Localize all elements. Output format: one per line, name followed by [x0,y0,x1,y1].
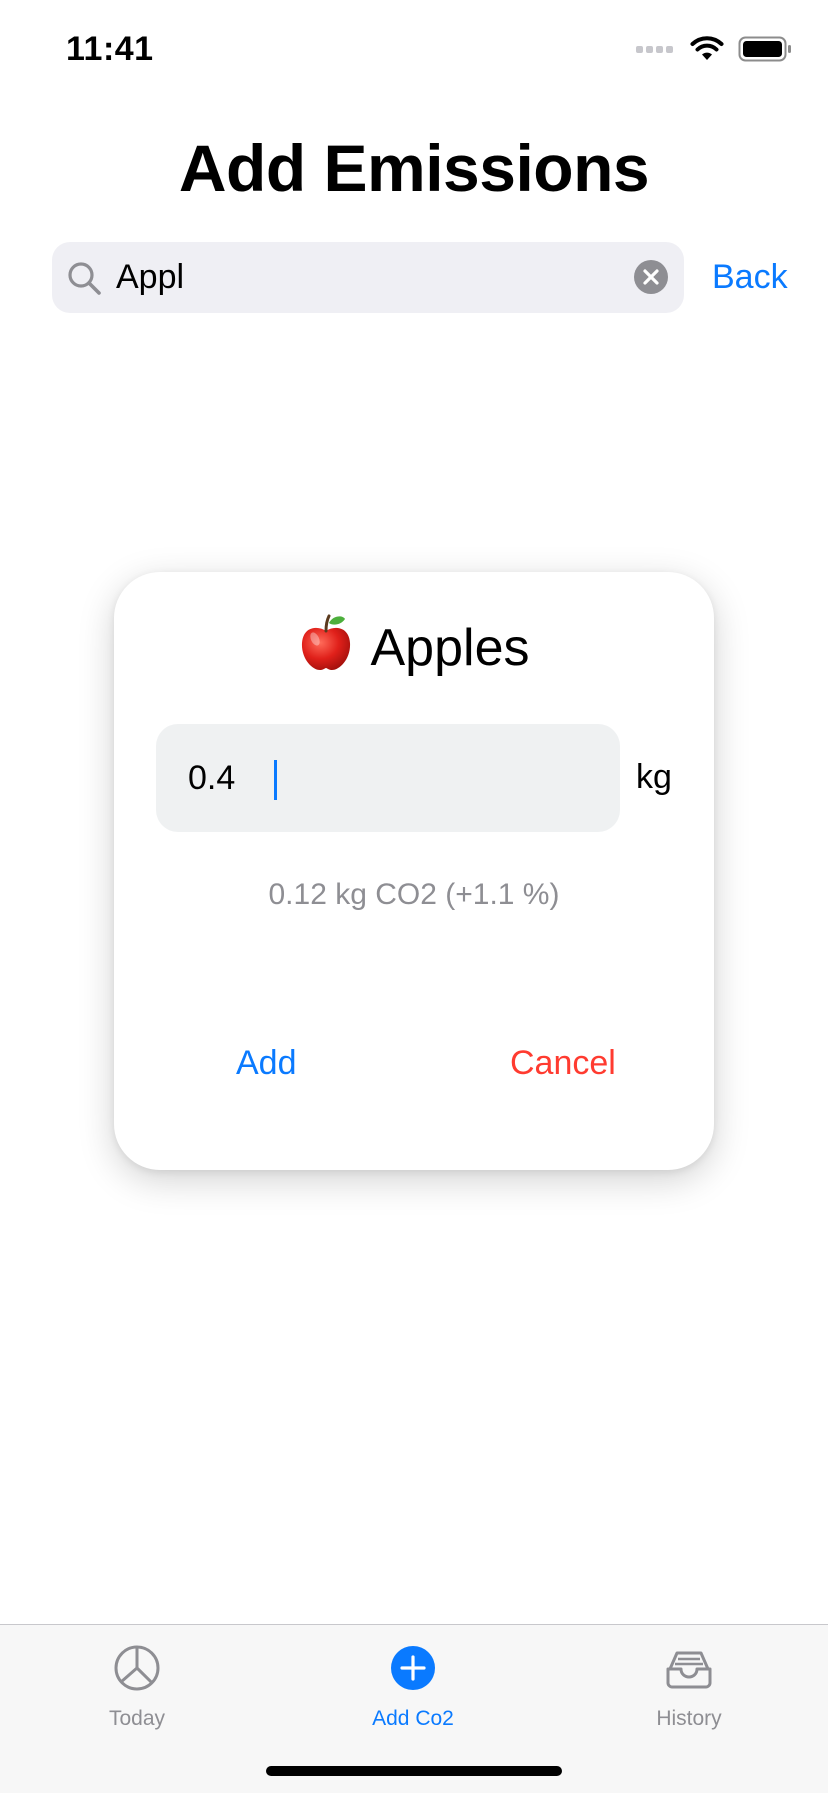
status-bar: 11:41 [0,0,828,100]
tab-history[interactable]: History [589,1643,789,1731]
tab-label: Today [108,1707,166,1730]
add-button[interactable]: Add [236,1044,297,1083]
tab-label: History [656,1707,722,1730]
tab-label: Add Co2 [372,1707,454,1730]
emission-summary: 0.12 kg CO2 (+1.1 %) [268,878,560,911]
status-time: 11:41 [66,30,154,68]
home-indicator [266,1766,562,1776]
amount-field[interactable] [156,724,620,832]
add-item-dialog: Apples kg 0.12 kg CO2 (+1.1 %) Add Cance… [114,572,714,1170]
clear-search-button[interactable] [634,260,668,294]
plus-circle-icon [391,1646,435,1690]
apple-icon [301,614,350,671]
tab-today[interactable]: Today [37,1643,237,1731]
back-button[interactable]: Back [712,258,788,297]
page-title: Add Emissions [178,131,650,205]
tray-icon [666,1651,712,1689]
search-icon [68,262,101,295]
status-icons [636,34,792,64]
battery-icon [738,36,791,62]
pie-chart-icon [114,1645,160,1691]
item-name: Apples [370,619,530,677]
wifi-icon [690,36,724,60]
cellular-signal-icon [636,46,673,53]
search-bar[interactable] [52,242,684,313]
clear-icon [643,269,659,285]
unit-label: kg [636,758,672,796]
tab-add-co2[interactable]: Add Co2 [313,1643,513,1731]
search-input[interactable] [116,242,596,313]
cancel-button[interactable]: Cancel [510,1044,616,1083]
text-cursor [274,760,277,800]
amount-input[interactable] [188,724,488,832]
dialog-title: Apples [114,612,714,684]
